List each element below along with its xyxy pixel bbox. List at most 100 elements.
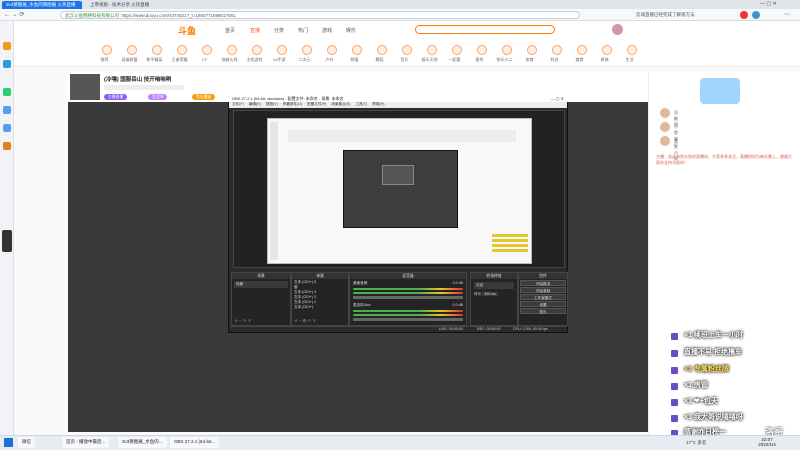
taskbar-app-browser[interactable]: 首页 - 播放中最后... (62, 437, 110, 448)
overlay-gift-icon (670, 332, 679, 341)
duration-input[interactable]: 300 ms (482, 292, 498, 296)
overlay-text: ×1 我大哥说嘻嘻呀 (684, 414, 743, 421)
nav-home[interactable]: 首页 (225, 27, 235, 34)
category-icon (377, 45, 387, 55)
obs-title: OBS 27.2.1 (64-bit, windows) - 配置文件: 未命名… (232, 96, 344, 101)
transition-select[interactable]: 淡出 (474, 282, 514, 289)
weather[interactable]: 17°C 多云 (686, 440, 706, 446)
obs-menu-item[interactable]: 视图(V) (266, 102, 278, 106)
obs-menu-item[interactable]: 编辑(E) (249, 102, 261, 106)
browser-promo[interactable]: 恋城直播已经完成了解锁方法 (636, 12, 695, 18)
announcement-text: 主播：欢迎来到水鱼的直播间，大家多多关注，直播时间为每天晚上，感谢大家的支持与陪… (656, 154, 792, 165)
tab-label: 上帝视角 - 技术分享 火热直播 (90, 2, 150, 7)
right-sidebar (648, 72, 800, 435)
account-icon[interactable] (752, 11, 760, 19)
duration-row: 时长 300 ms (474, 292, 514, 297)
category-label: 科技 (550, 57, 559, 62)
streamer-avatar[interactable] (70, 74, 100, 100)
audio-meter (353, 314, 463, 316)
taskbar-app-obs[interactable]: OBS 27.2.1 (64-bit... (170, 437, 220, 448)
studio-mode-button[interactable]: 工作室模式 (520, 294, 566, 300)
volume-slider[interactable] (353, 296, 463, 299)
obs-menu-item[interactable]: 工具(T) (355, 102, 367, 106)
scene-toolbar[interactable]: ＋ − ∧ ∨ (234, 318, 252, 324)
favorites-icon[interactable] (3, 42, 11, 50)
overlay-gift-icon (670, 349, 679, 358)
tab-secondary[interactable]: 上帝视角 - 技术分享 火热直播 (86, 1, 166, 9)
obs-menu-item[interactable]: 场景集合(S) (331, 102, 350, 106)
category-label: 快乐小二 (496, 57, 513, 62)
category-icon (302, 45, 312, 55)
obs-menu-item[interactable]: 帮助(H) (372, 102, 384, 106)
clock[interactable]: 22:07 2022/1/4 (752, 437, 782, 447)
source-item[interactable]: 文本 (GDI+) (294, 305, 346, 310)
douyu-logo[interactable]: 斗鱼 (178, 24, 196, 37)
nested-overlay-text (492, 232, 528, 260)
category-item[interactable]: 生活 (617, 45, 647, 63)
category-row: 推荐 英雄联盟 和平精英 王者荣耀 CF 穿越火线 主机游戏 lol手游 二次元 户外 颜值 舞蹈 音乐… (92, 45, 652, 65)
overlay-gift-icon (670, 414, 679, 423)
obs-menu-item[interactable]: 停靠部件(D) (283, 102, 302, 106)
game-icon[interactable] (3, 142, 11, 150)
category-icon (577, 45, 587, 55)
apps-icon[interactable] (3, 60, 11, 68)
overlay-gift-icon (670, 366, 679, 375)
mail-icon[interactable] (3, 106, 11, 114)
track-db: 0.0 dB (452, 303, 463, 307)
video-icon[interactable] (3, 124, 11, 132)
category-label: 穿越火线 (221, 57, 238, 62)
obs-status-bar: LIVE: 00:00:00 REC: 00:00:00 CPU: 2.5%, … (229, 326, 567, 332)
room-tag[interactable]: 生活节 (148, 94, 168, 100)
sidebar-banner[interactable] (700, 78, 740, 104)
obs-menu-item[interactable]: 文件(F) (232, 102, 244, 106)
window-controls[interactable]: — ▢ ✕ (760, 1, 777, 7)
track-name: 麦克风/Aux (353, 303, 371, 307)
nav-entertainment[interactable]: 娱乐 (346, 27, 356, 34)
category-icon (327, 45, 337, 55)
sources-dock: 来源 文本 (GDI+) 5 窗文本 (GDI+) 4 文本 (GDI+) 3 文本 … (291, 272, 349, 326)
avatar (660, 108, 670, 118)
start-streaming-button[interactable]: 开始推流 (520, 280, 566, 286)
category-icon (552, 45, 562, 55)
category-icon (152, 45, 162, 55)
audio-meter (353, 288, 463, 290)
nav-category[interactable]: 分类 (274, 27, 284, 34)
category-label: 和平精英 (146, 57, 163, 62)
audio-meter (353, 310, 463, 312)
source-toolbar[interactable]: ＋ − ⚙ ∧ ∨ (294, 318, 316, 324)
exit-button[interactable]: 退出 (520, 308, 566, 314)
start-recording-button[interactable]: 开始录制 (520, 287, 566, 293)
scenes-dock: 场景 场景 ＋ − ∧ ∨ (231, 272, 291, 326)
scene-item[interactable]: 场景 (234, 281, 288, 288)
search-input[interactable] (415, 25, 555, 34)
sidebar-collapse-handle[interactable] (2, 230, 12, 252)
room-tag[interactable]: 鱼丸赠送 (192, 94, 216, 100)
overlay-gift-icon (670, 382, 679, 391)
obs-window-controls[interactable]: — ▢ ✕ (551, 96, 564, 101)
room-tag[interactable]: 主播直播 (104, 94, 128, 100)
taskbar-app-douyu[interactable]: 3v3猜图展_水鱼的... (118, 437, 167, 448)
nav-game[interactable]: 游戏 (322, 27, 332, 34)
settings-button[interactable]: 设置 (520, 301, 566, 307)
duration-label: 时长 (474, 292, 482, 296)
chat-icon[interactable] (3, 88, 11, 96)
url-input[interactable]: 武汉斗鱼网络科技有限公司 https://www.douyu.com/44740… (60, 11, 580, 19)
taskbar-app-wechat[interactable]: 微信 (18, 437, 35, 448)
extension-icon[interactable] (740, 11, 748, 19)
nav-arrows-icon[interactable]: ← → ⟳ (4, 11, 24, 18)
rec-timer: REC: 00:00:00 (477, 327, 501, 331)
start-icon[interactable] (4, 438, 13, 447)
obs-menu-item[interactable]: 配置文件(P) (307, 102, 326, 106)
track-db: 0.0 dB (452, 281, 463, 285)
category-icon (277, 45, 287, 55)
category-label: 音乐 (400, 57, 409, 62)
volume-slider[interactable] (353, 318, 463, 321)
tab-douyu-room[interactable]: 3v3猜图展_水鱼的猜图展 火热直播 (2, 1, 82, 9)
category-icon (452, 45, 462, 55)
browser-sidebar (0, 21, 14, 435)
nav-hot[interactable]: 热门 (298, 27, 308, 34)
user-avatar[interactable] (612, 24, 623, 35)
nav-live[interactable]: 直播 (250, 27, 260, 34)
category-icon (352, 45, 362, 55)
menu-icon[interactable]: ⋯ (784, 11, 790, 18)
